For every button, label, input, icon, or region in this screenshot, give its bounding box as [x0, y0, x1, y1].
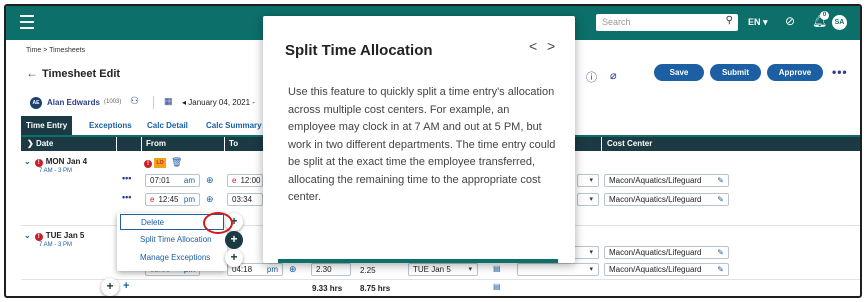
dept-select[interactable]: ▾	[577, 174, 599, 187]
to-time-field[interactable]: e 12:00	[227, 174, 263, 187]
error-icon: !	[34, 233, 43, 241]
total-calc-hours: 8.75 hrs	[360, 284, 391, 293]
cost-center-field[interactable]: Macon/Aquatics/Lifeguard ✎	[604, 263, 729, 276]
day-mon[interactable]: ⌄! MON Jan 4	[24, 157, 87, 167]
save-button[interactable]: Save	[654, 64, 704, 81]
popover-accent-bar	[278, 259, 558, 263]
col-cost-center-header: Cost Center	[602, 137, 860, 151]
back-arrow-icon[interactable]: ←	[26, 66, 38, 80]
col-to-header: To	[225, 137, 265, 151]
notification-count: 0	[820, 11, 829, 20]
attachment-icon[interactable]: ⌀	[610, 69, 617, 82]
from-time-field[interactable]: e 12:45 pm	[145, 193, 200, 206]
row-divider	[21, 279, 860, 280]
add-icon[interactable]: +	[123, 280, 129, 292]
popover-prev-icon[interactable]: <	[529, 38, 537, 54]
cost-center-field[interactable]: Macon/Aquatics/Lifeguard ✎	[604, 246, 729, 259]
user-avatar[interactable]: SA	[832, 15, 847, 30]
search-input[interactable]: Search ⚲	[596, 14, 738, 31]
col-actions-header	[117, 137, 141, 151]
comment-icon[interactable]: ▤	[493, 282, 501, 291]
dept-select[interactable]: ▾	[577, 193, 599, 206]
to-time-field[interactable]: 03:34	[227, 193, 263, 206]
approve-button[interactable]: Approve	[767, 64, 823, 81]
col-from-header: From	[142, 137, 224, 151]
language-selector[interactable]: EN ▾	[748, 17, 768, 28]
row-actions-icon[interactable]: •••	[122, 173, 131, 183]
calc-hours: 2.25	[360, 266, 376, 275]
cost-center-field[interactable]: Macon/Aquatics/Lifeguard ✎	[604, 174, 729, 187]
trash-icon[interactable]: 🗑︎	[171, 157, 182, 168]
tab-bar: Time Entry Exceptions Calc Detail Calc S…	[21, 116, 266, 136]
date-navigator[interactable]: ◂ January 04, 2021 -	[182, 98, 255, 107]
comment-icon[interactable]: ▤	[493, 264, 501, 273]
split-action-button[interactable]: +	[225, 231, 243, 249]
lo-badge[interactable]: LO	[154, 158, 166, 168]
popover-body: Use this feature to quickly split a time…	[288, 86, 556, 203]
cost-center-field[interactable]: Macon/Aquatics/Lifeguard ✎	[604, 193, 729, 206]
total-hours: 9.33 hrs	[312, 284, 343, 293]
employee-name[interactable]: Alan Edwards	[47, 98, 100, 107]
error-icon: !	[34, 159, 43, 167]
help-icon[interactable]: ⊘	[785, 14, 795, 28]
edit-icon: ✎	[717, 176, 724, 185]
tab-calc-detail[interactable]: Calc Detail	[147, 116, 188, 136]
tab-time-entry[interactable]: Time Entry	[21, 116, 73, 136]
day-schedule: 7 AM - 3 PM	[39, 168, 73, 174]
period-date: January 04, 2021 -	[188, 98, 255, 107]
edit-icon: ✎	[717, 248, 724, 257]
calendar-icon[interactable]: ▦	[164, 96, 173, 107]
day-select[interactable]: TUE Jan 5 ▾	[408, 263, 478, 276]
day-schedule: 7 AM - 3 PM	[39, 242, 73, 248]
chevron-down-icon[interactable]: ⌄	[24, 157, 31, 166]
from-time-field[interactable]: 07:01 am	[145, 174, 200, 187]
breadcrumb[interactable]: Time > Timesheets	[26, 47, 85, 54]
menu-item-split-time-allocation[interactable]: Split Time Allocation	[120, 232, 224, 248]
tab-calc-summary[interactable]: Calc Summary	[206, 116, 262, 136]
employee-profile-icon[interactable]: ⚇	[130, 96, 139, 107]
highlight-circle	[203, 212, 233, 234]
edit-icon: ✎	[717, 195, 724, 204]
search-icon[interactable]: ⚲	[726, 15, 733, 26]
col-dept-header	[574, 137, 601, 151]
chevron-down-icon[interactable]: ⌄	[24, 231, 31, 240]
exceptions-action-button[interactable]: +	[225, 249, 243, 267]
collapse-all-icon[interactable]: ❯	[27, 139, 34, 148]
popover-title: Split Time Allocation	[285, 42, 433, 59]
prev-period-icon[interactable]: ◂	[182, 98, 186, 107]
menu-icon[interactable]	[20, 15, 34, 29]
employee-avatar: AE	[30, 97, 42, 109]
tab-exceptions[interactable]: Exceptions	[89, 116, 132, 136]
hours-field[interactable]: 2.30	[311, 263, 351, 276]
dept-select[interactable]: ▾	[517, 263, 599, 276]
zoom-icon[interactable]: ⊕	[206, 175, 214, 186]
app-frame: Search ⚲ EN ▾ ⊘ 🔔︎ 0 SA Time > Timesheet…	[4, 4, 862, 298]
add-row-button[interactable]: +	[101, 278, 119, 296]
zoom-icon[interactable]: ⊕	[289, 264, 297, 275]
popover-next-icon[interactable]: >	[547, 38, 555, 54]
row-actions-icon[interactable]: •••	[122, 192, 131, 202]
page-title: ← Timesheet Edit	[26, 66, 121, 80]
divider	[153, 96, 154, 109]
info-icon[interactable]: ⓘ	[586, 69, 597, 85]
menu-item-manage-exceptions[interactable]: Manage Exceptions	[120, 250, 224, 266]
day-tue[interactable]: ⌄! TUE Jan 5	[24, 231, 84, 241]
search-placeholder: Search	[602, 17, 631, 27]
feature-popover: Split Time Allocation < > Use this featu…	[263, 16, 575, 263]
col-date-header: ❯ Date	[21, 137, 116, 151]
zoom-icon[interactable]: ⊕	[206, 194, 214, 205]
submit-button[interactable]: Submit	[710, 64, 761, 81]
employee-id: (1003)	[104, 99, 122, 105]
edit-icon: ✎	[717, 265, 724, 274]
more-options-icon[interactable]: •••	[832, 65, 848, 79]
